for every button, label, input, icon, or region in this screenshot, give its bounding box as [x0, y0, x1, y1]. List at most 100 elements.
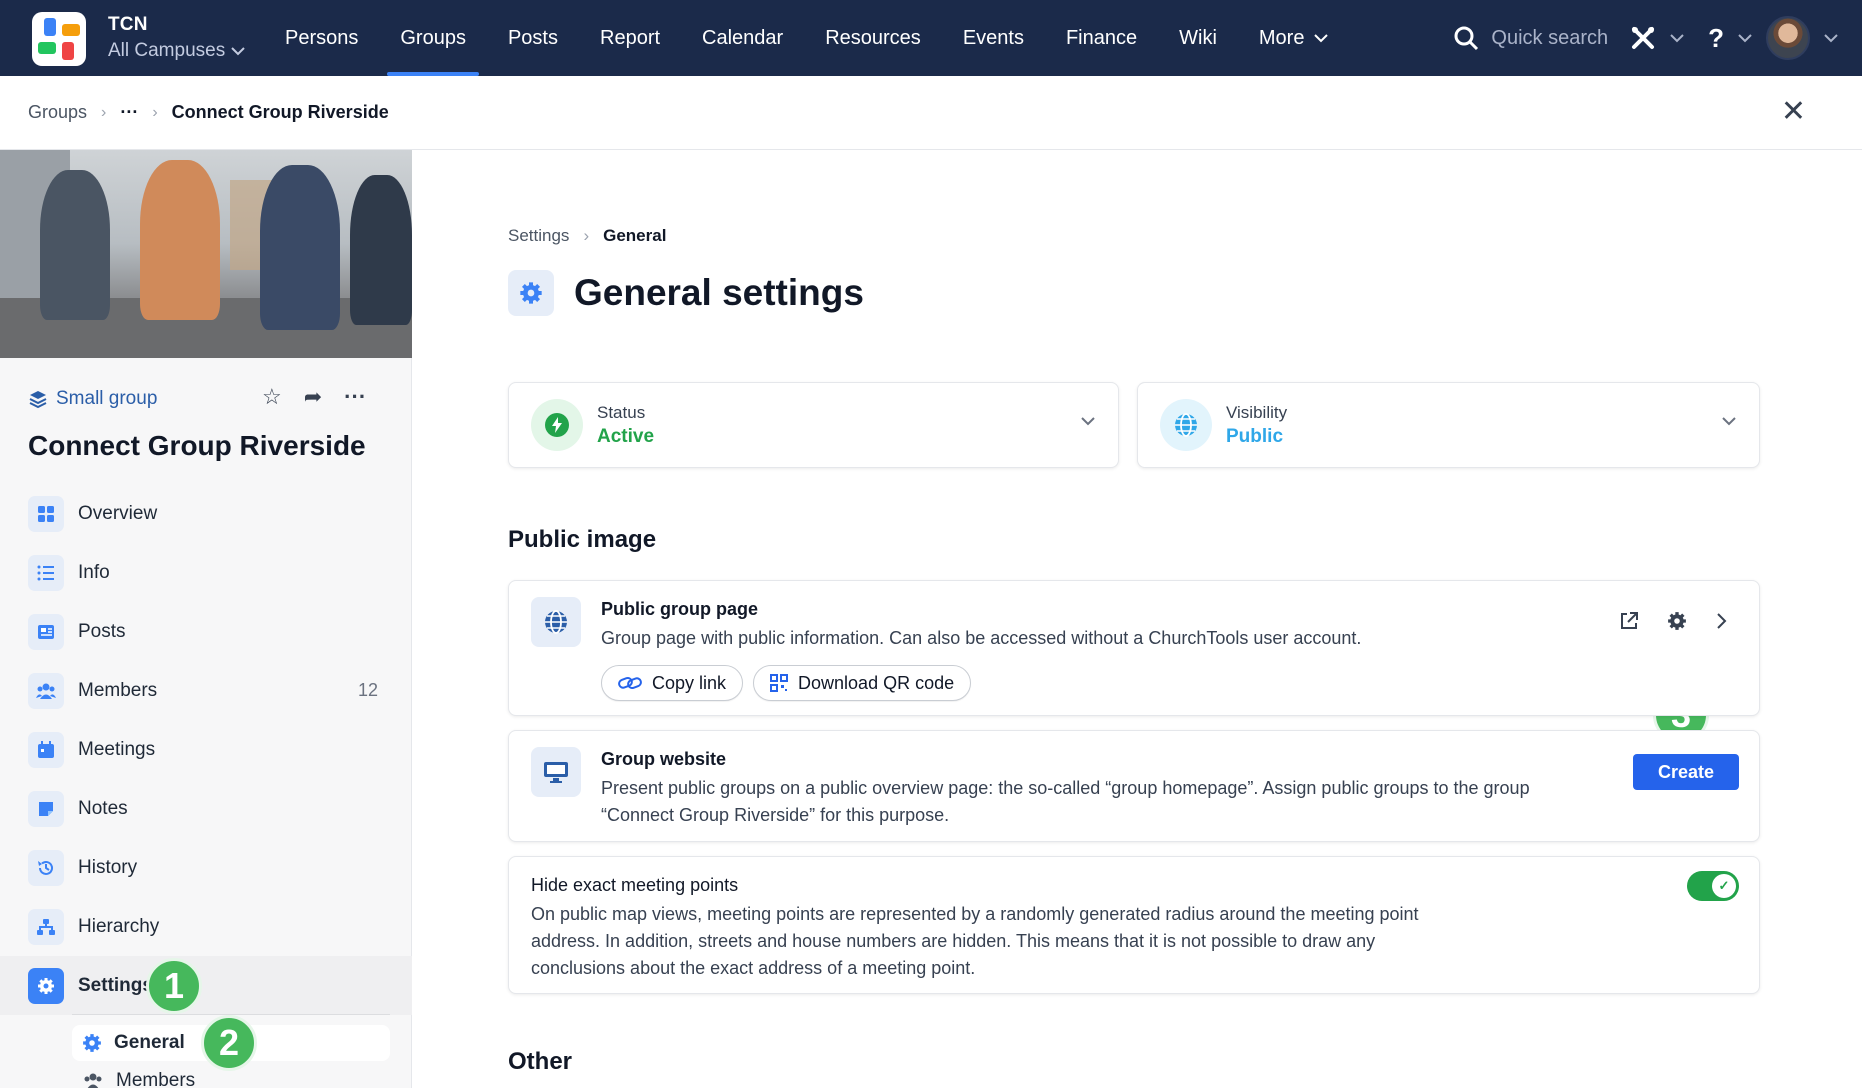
sidebar-item-settings[interactable]: Settings	[0, 956, 412, 1015]
sidebar-item-members[interactable]: Members 12	[0, 661, 412, 720]
sidebar-item-hierarchy[interactable]: Hierarchy	[0, 897, 412, 956]
gear-icon	[83, 1034, 101, 1052]
sidebar-item-label: Members	[78, 679, 158, 701]
step-badge-2: 2	[201, 1015, 257, 1071]
sidebar-item-history[interactable]: History	[0, 838, 412, 897]
sidebar-item-label: Hierarchy	[78, 915, 160, 937]
nav-groups[interactable]: Groups	[379, 0, 487, 76]
breadcrumb-groups[interactable]: Groups	[28, 102, 87, 123]
breadcrumb-current: Connect Group Riverside	[171, 102, 389, 122]
public-page-buttons: Copy link Download QR code	[601, 665, 972, 701]
copy-link-button[interactable]: Copy link	[601, 665, 744, 701]
close-icon[interactable]: ✕	[1781, 97, 1806, 127]
submenu-label: Members	[116, 1070, 196, 1088]
chevron-down-icon	[1081, 417, 1095, 426]
page-breadcrumb: Settings › General	[508, 226, 666, 246]
chevron-down-icon[interactable]	[1824, 33, 1838, 43]
help-icon[interactable]: ?	[1708, 23, 1724, 54]
campus-label: All Campuses	[108, 40, 226, 61]
check-icon: ✓	[1712, 874, 1736, 898]
app-logo[interactable]	[32, 12, 86, 66]
sidebar-item-label: Overview	[78, 502, 158, 524]
chevron-down-icon[interactable]	[1670, 33, 1684, 43]
nav-events[interactable]: Events	[942, 0, 1045, 76]
tools-icon[interactable]	[1630, 25, 1656, 51]
page-breadcrumb-settings[interactable]: Settings	[508, 226, 569, 246]
public-page-actions	[1619, 611, 1729, 631]
main-nav: Persons Groups Posts Report Calendar Res…	[264, 0, 1349, 76]
nav-label: Wiki	[1179, 26, 1217, 49]
nav-label: Groups	[400, 26, 466, 49]
other-heading: Other	[508, 1048, 573, 1075]
nav-calendar[interactable]: Calendar	[681, 0, 804, 76]
sidebar-item-label: Info	[78, 561, 110, 583]
people-icon	[84, 1073, 102, 1088]
campus-selector[interactable]: All Campuses	[108, 40, 245, 62]
page-heading: General settings	[508, 270, 864, 316]
sidebar-item-info[interactable]: Info	[0, 543, 412, 602]
breadcrumb-ellipsis[interactable]: ···	[120, 102, 138, 123]
page-title: General settings	[574, 272, 864, 313]
sidebar-item-notes[interactable]: Notes	[0, 779, 412, 838]
link-icon	[618, 676, 642, 690]
calendar-icon	[28, 731, 64, 768]
visibility-select[interactable]: Visibility Public	[1137, 382, 1760, 468]
sidebar-item-label: Notes	[78, 797, 128, 819]
org-switcher[interactable]: TCN All Campuses	[108, 14, 245, 62]
hide-meeting-title: Hide exact meeting points	[531, 875, 739, 895]
nav-posts[interactable]: Posts	[487, 0, 579, 76]
search-icon	[1454, 26, 1479, 51]
note-icon	[28, 790, 64, 827]
nav-resources[interactable]: Resources	[804, 0, 942, 76]
breadcrumb: Groups › ··· › Connect Group Riverside	[0, 76, 1862, 150]
more-icon[interactable]: ···	[344, 384, 366, 410]
chevron-down-icon	[1722, 417, 1736, 426]
top-navigation: TCN All Campuses Persons Groups Posts Re…	[0, 0, 1862, 76]
nav-finance[interactable]: Finance	[1045, 0, 1158, 76]
share-icon[interactable]: ➦	[304, 384, 322, 410]
public-page-title: Public group page	[601, 599, 759, 619]
group-type: Small group	[28, 388, 157, 410]
gear-icon	[28, 967, 64, 1004]
hierarchy-icon	[28, 908, 64, 945]
visibility-circle	[1160, 399, 1212, 451]
nav-label: Persons	[285, 26, 359, 49]
status-circle	[531, 399, 583, 451]
sidebar-item-posts[interactable]: Posts	[0, 602, 412, 661]
public-group-page-card: Public group page Group page with public…	[508, 580, 1760, 716]
status-select[interactable]: Status Active	[508, 382, 1119, 468]
chevron-right-icon[interactable]	[1715, 611, 1729, 631]
chevron-down-icon	[1314, 34, 1329, 43]
globe-icon	[531, 597, 581, 647]
user-avatar[interactable]	[1766, 16, 1810, 60]
qr-code-icon	[770, 674, 789, 692]
members-count: 12	[357, 680, 378, 700]
hide-meeting-points-card: Hide exact meeting points On public map …	[508, 856, 1760, 994]
grid-icon	[28, 495, 64, 532]
gear-icon[interactable]	[1667, 611, 1687, 631]
external-link-icon[interactable]	[1619, 611, 1639, 631]
status-label: Status	[597, 402, 646, 422]
star-icon[interactable]: ☆	[262, 384, 282, 410]
nav-report[interactable]: Report	[579, 0, 681, 76]
sidebar-item-meetings[interactable]: Meetings	[0, 720, 412, 779]
sidebar-item-label: Posts	[78, 620, 126, 642]
quick-search[interactable]: Quick search	[1453, 25, 1608, 51]
nav-wiki[interactable]: Wiki	[1158, 0, 1238, 76]
monitor-icon	[531, 747, 581, 797]
chevron-down-icon[interactable]	[1738, 33, 1752, 43]
list-icon	[28, 554, 64, 591]
group-sidebar: Small group ☆ ➦ ··· Connect Group Rivers…	[0, 150, 412, 1088]
download-qr-button[interactable]: Download QR code	[753, 665, 972, 701]
hide-meeting-toggle[interactable]: ✓	[1687, 871, 1739, 901]
nav-more[interactable]: More	[1238, 0, 1350, 76]
nav-label: More	[1258, 26, 1305, 49]
sidebar-item-label: History	[78, 856, 138, 878]
group-website-card: Group website Present public groups on a…	[508, 730, 1760, 842]
sidebar-item-overview[interactable]: Overview	[0, 484, 412, 543]
gear-icon	[508, 270, 554, 316]
nav-persons[interactable]: Persons	[264, 0, 379, 76]
chevron-down-icon	[231, 47, 245, 56]
create-website-button[interactable]: Create	[1633, 754, 1739, 790]
sidebar-item-label: Meetings	[78, 738, 156, 760]
